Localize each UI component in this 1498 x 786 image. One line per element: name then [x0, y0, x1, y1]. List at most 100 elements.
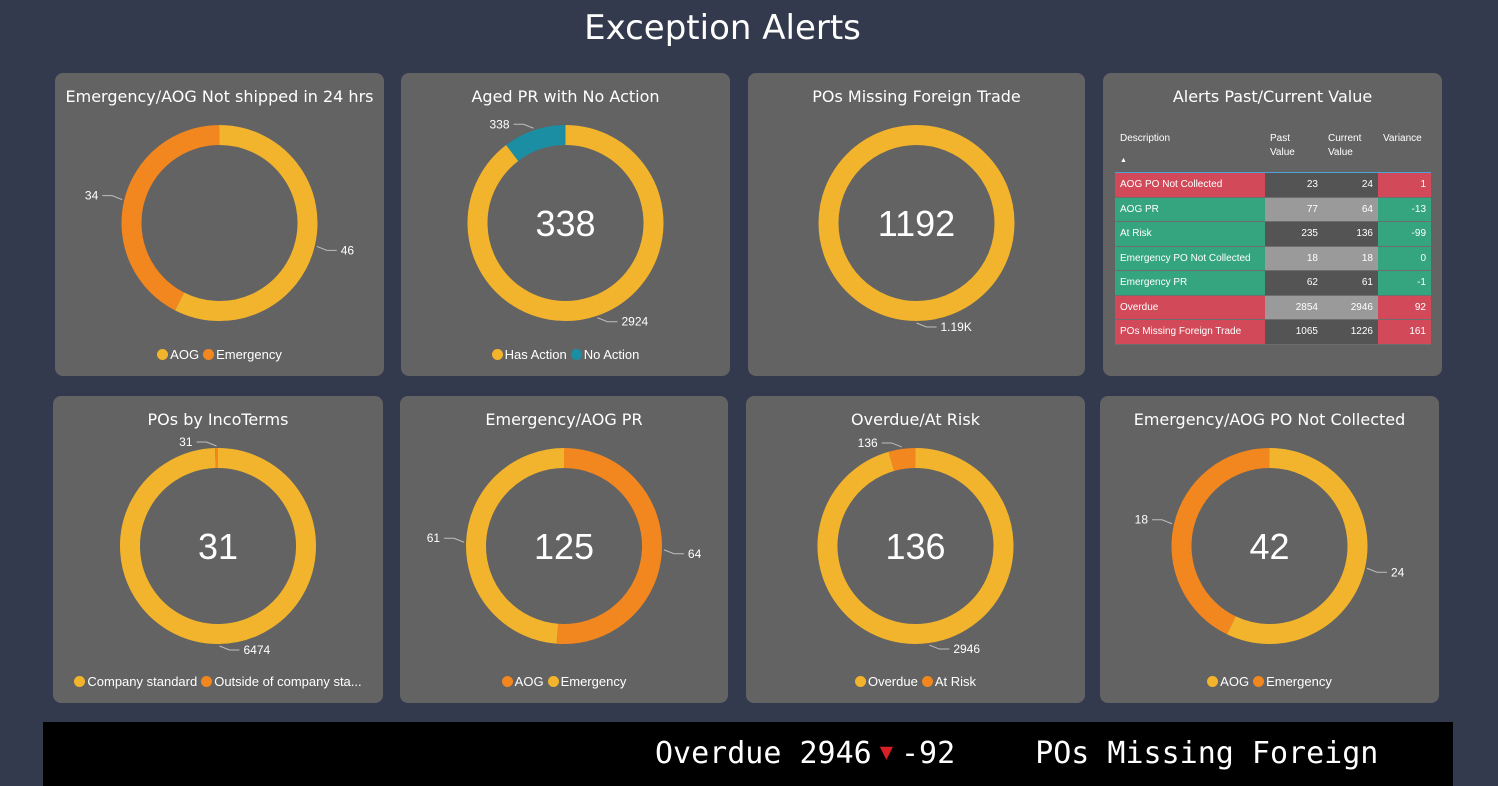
legend-dot-icon [1207, 676, 1219, 687]
cell-variance: -13 [1378, 197, 1431, 221]
data-label: 6474 [243, 643, 270, 657]
cell-variance: 1 [1378, 173, 1431, 197]
leader-line [881, 442, 902, 448]
legend-label: No Action [583, 347, 640, 362]
donut-slice[interactable] [888, 448, 916, 472]
table-row[interactable]: Overdue 2854 2946 92 [1115, 295, 1431, 320]
legend-dot-icon [854, 676, 866, 687]
cell-past-value: 1065 [1265, 320, 1323, 344]
chart-legend: AOG Emergency [400, 674, 728, 689]
cell-description: AOG PO Not Collected [1115, 173, 1265, 197]
legend-dot-icon [501, 676, 513, 687]
table-row[interactable]: Emergency PR 62 61 -1 [1115, 271, 1431, 296]
chart-card-emergency-aog-po-not-collected[interactable]: Emergency/AOG PO Not Collected 24 18 42 AO… [1100, 396, 1439, 703]
legend-item[interactable]: Has Action [491, 347, 567, 362]
chart-card-aged-pr[interactable]: Aged PR with No Action 2924 338 338 Has Ac… [401, 73, 730, 376]
ticker-item-variance: -92 [901, 736, 956, 771]
cell-description: At Risk [1115, 222, 1265, 246]
legend-item[interactable]: Emergency [547, 674, 627, 689]
page-title: Exception Alerts [584, 8, 861, 48]
table-row[interactable]: POs Missing Foreign Trade 1065 1226 161 [1115, 320, 1431, 345]
down-arrow-icon: ▼ [879, 740, 893, 765]
ticker-track: Overdue 2946 ▼ -92 POs Missing Foreign [655, 736, 1378, 771]
legend-label: Outside of company sta... [214, 674, 362, 689]
chart-legend: Has Action No Action [401, 347, 730, 362]
cell-variance: 161 [1378, 320, 1431, 344]
leader-line [444, 537, 465, 543]
leader-line [102, 195, 123, 201]
donut-slice[interactable] [121, 125, 220, 311]
donut-chart[interactable]: 6474 31 31 [53, 396, 383, 703]
legend-item[interactable]: AOG [1207, 674, 1249, 689]
chart-card-emergency-aog-not-shipped[interactable]: Emergency/AOG Not shipped in 24 hrs 46 34… [55, 73, 384, 376]
leader-line [316, 245, 337, 251]
donut-chart[interactable]: 24 18 42 [1100, 396, 1439, 703]
center-value: 125 [534, 526, 594, 567]
leader-line [916, 322, 937, 328]
cell-description: AOG PR [1115, 197, 1265, 221]
leader-line [196, 441, 217, 447]
cell-past-value: 18 [1265, 246, 1323, 270]
table-row[interactable]: At Risk 235 136 -99 [1115, 222, 1431, 247]
data-label: 1.19K [941, 320, 972, 334]
chart-legend: Company standard Outside of company sta..… [53, 674, 383, 689]
chart-card-pos-by-incoterms[interactable]: POs by IncoTerms 6474 31 31 Company standa… [53, 396, 383, 703]
header-variance[interactable]: Variance [1378, 129, 1431, 172]
data-label: 31 [179, 435, 193, 449]
table-header: Description ▲ Past Value Current Value Va… [1115, 129, 1431, 173]
chart-legend: AOG Emergency [1100, 674, 1439, 689]
donut-chart[interactable]: 2946 136 136 [746, 396, 1085, 703]
donut-chart[interactable]: 46 34 [55, 73, 384, 376]
legend-item[interactable]: Company standard [74, 674, 197, 689]
center-value: 136 [885, 526, 945, 567]
cell-past-value: 77 [1265, 197, 1323, 221]
legend-item[interactable]: Emergency [203, 347, 282, 362]
legend-item[interactable]: AOG [157, 347, 199, 362]
legend-label: AOG [170, 347, 200, 362]
table-row[interactable]: AOG PR 77 64 -13 [1115, 197, 1431, 222]
legend-dot-icon [74, 676, 86, 687]
data-label: 24 [1391, 565, 1405, 579]
donut-slice[interactable] [506, 125, 566, 162]
legend-item[interactable]: AOG [501, 674, 544, 689]
leader-line [597, 317, 618, 323]
cell-past-value: 2854 [1265, 295, 1323, 319]
ticker-item-label: Overdue 2946 [655, 736, 872, 771]
header-description[interactable]: Description ▲ [1115, 129, 1265, 172]
data-label: 34 [85, 189, 99, 203]
table-title: Alerts Past/Current Value [1172, 87, 1373, 106]
legend-label: Emergency [560, 674, 627, 689]
cell-current-value: 64 [1323, 197, 1378, 221]
donut-slice[interactable] [175, 125, 318, 321]
legend-item[interactable]: Emergency [1253, 674, 1332, 689]
legend-dot-icon [203, 349, 215, 360]
legend-item[interactable]: No Action [570, 347, 640, 362]
donut-chart[interactable]: 1.19K 1192 [748, 73, 1085, 376]
cell-current-value: 24 [1323, 173, 1378, 197]
legend-label: Has Action [504, 347, 567, 362]
legend-dot-icon [921, 676, 933, 687]
header-past-value[interactable]: Past Value [1265, 129, 1323, 172]
chart-card-pos-missing-foreign-trade[interactable]: POs Missing Foreign Trade 1.19K 1192 [748, 73, 1085, 376]
table-row[interactable]: Emergency PO Not Collected 18 18 0 [1115, 246, 1431, 271]
cell-current-value: 136 [1323, 222, 1378, 246]
data-label: 46 [341, 243, 355, 257]
legend-item[interactable]: Outside of company sta... [201, 674, 362, 689]
center-value: 338 [535, 203, 595, 244]
table-row[interactable]: AOG PO Not Collected 23 24 1 [1115, 173, 1431, 198]
donut-chart[interactable]: 64 61 125 [400, 396, 728, 703]
cell-past-value: 23 [1265, 173, 1323, 197]
header-current-value[interactable]: Current Value [1323, 129, 1378, 172]
leader-line [219, 645, 240, 651]
header-description-label: Description [1120, 133, 1171, 144]
chart-card-emergency-aog-pr[interactable]: Emergency/AOG PR 64 61 125 AOG Emergency [400, 396, 728, 703]
legend-item[interactable]: Overdue [854, 674, 918, 689]
sort-ascending-icon[interactable]: ▲ [1120, 154, 1260, 168]
donut-chart[interactable]: 2924 338 338 [401, 73, 730, 376]
chart-card-overdue-at-risk[interactable]: Overdue/At Risk 2946 136 136 Overdue At Ris… [746, 396, 1085, 703]
scrolling-ticker: Overdue 2946 ▼ -92 POs Missing Foreign [43, 722, 1453, 786]
legend-item[interactable]: At Risk [921, 674, 976, 689]
cell-past-value: 235 [1265, 222, 1323, 246]
chart-legend: AOG Emergency [55, 347, 384, 362]
leader-line [929, 644, 950, 650]
